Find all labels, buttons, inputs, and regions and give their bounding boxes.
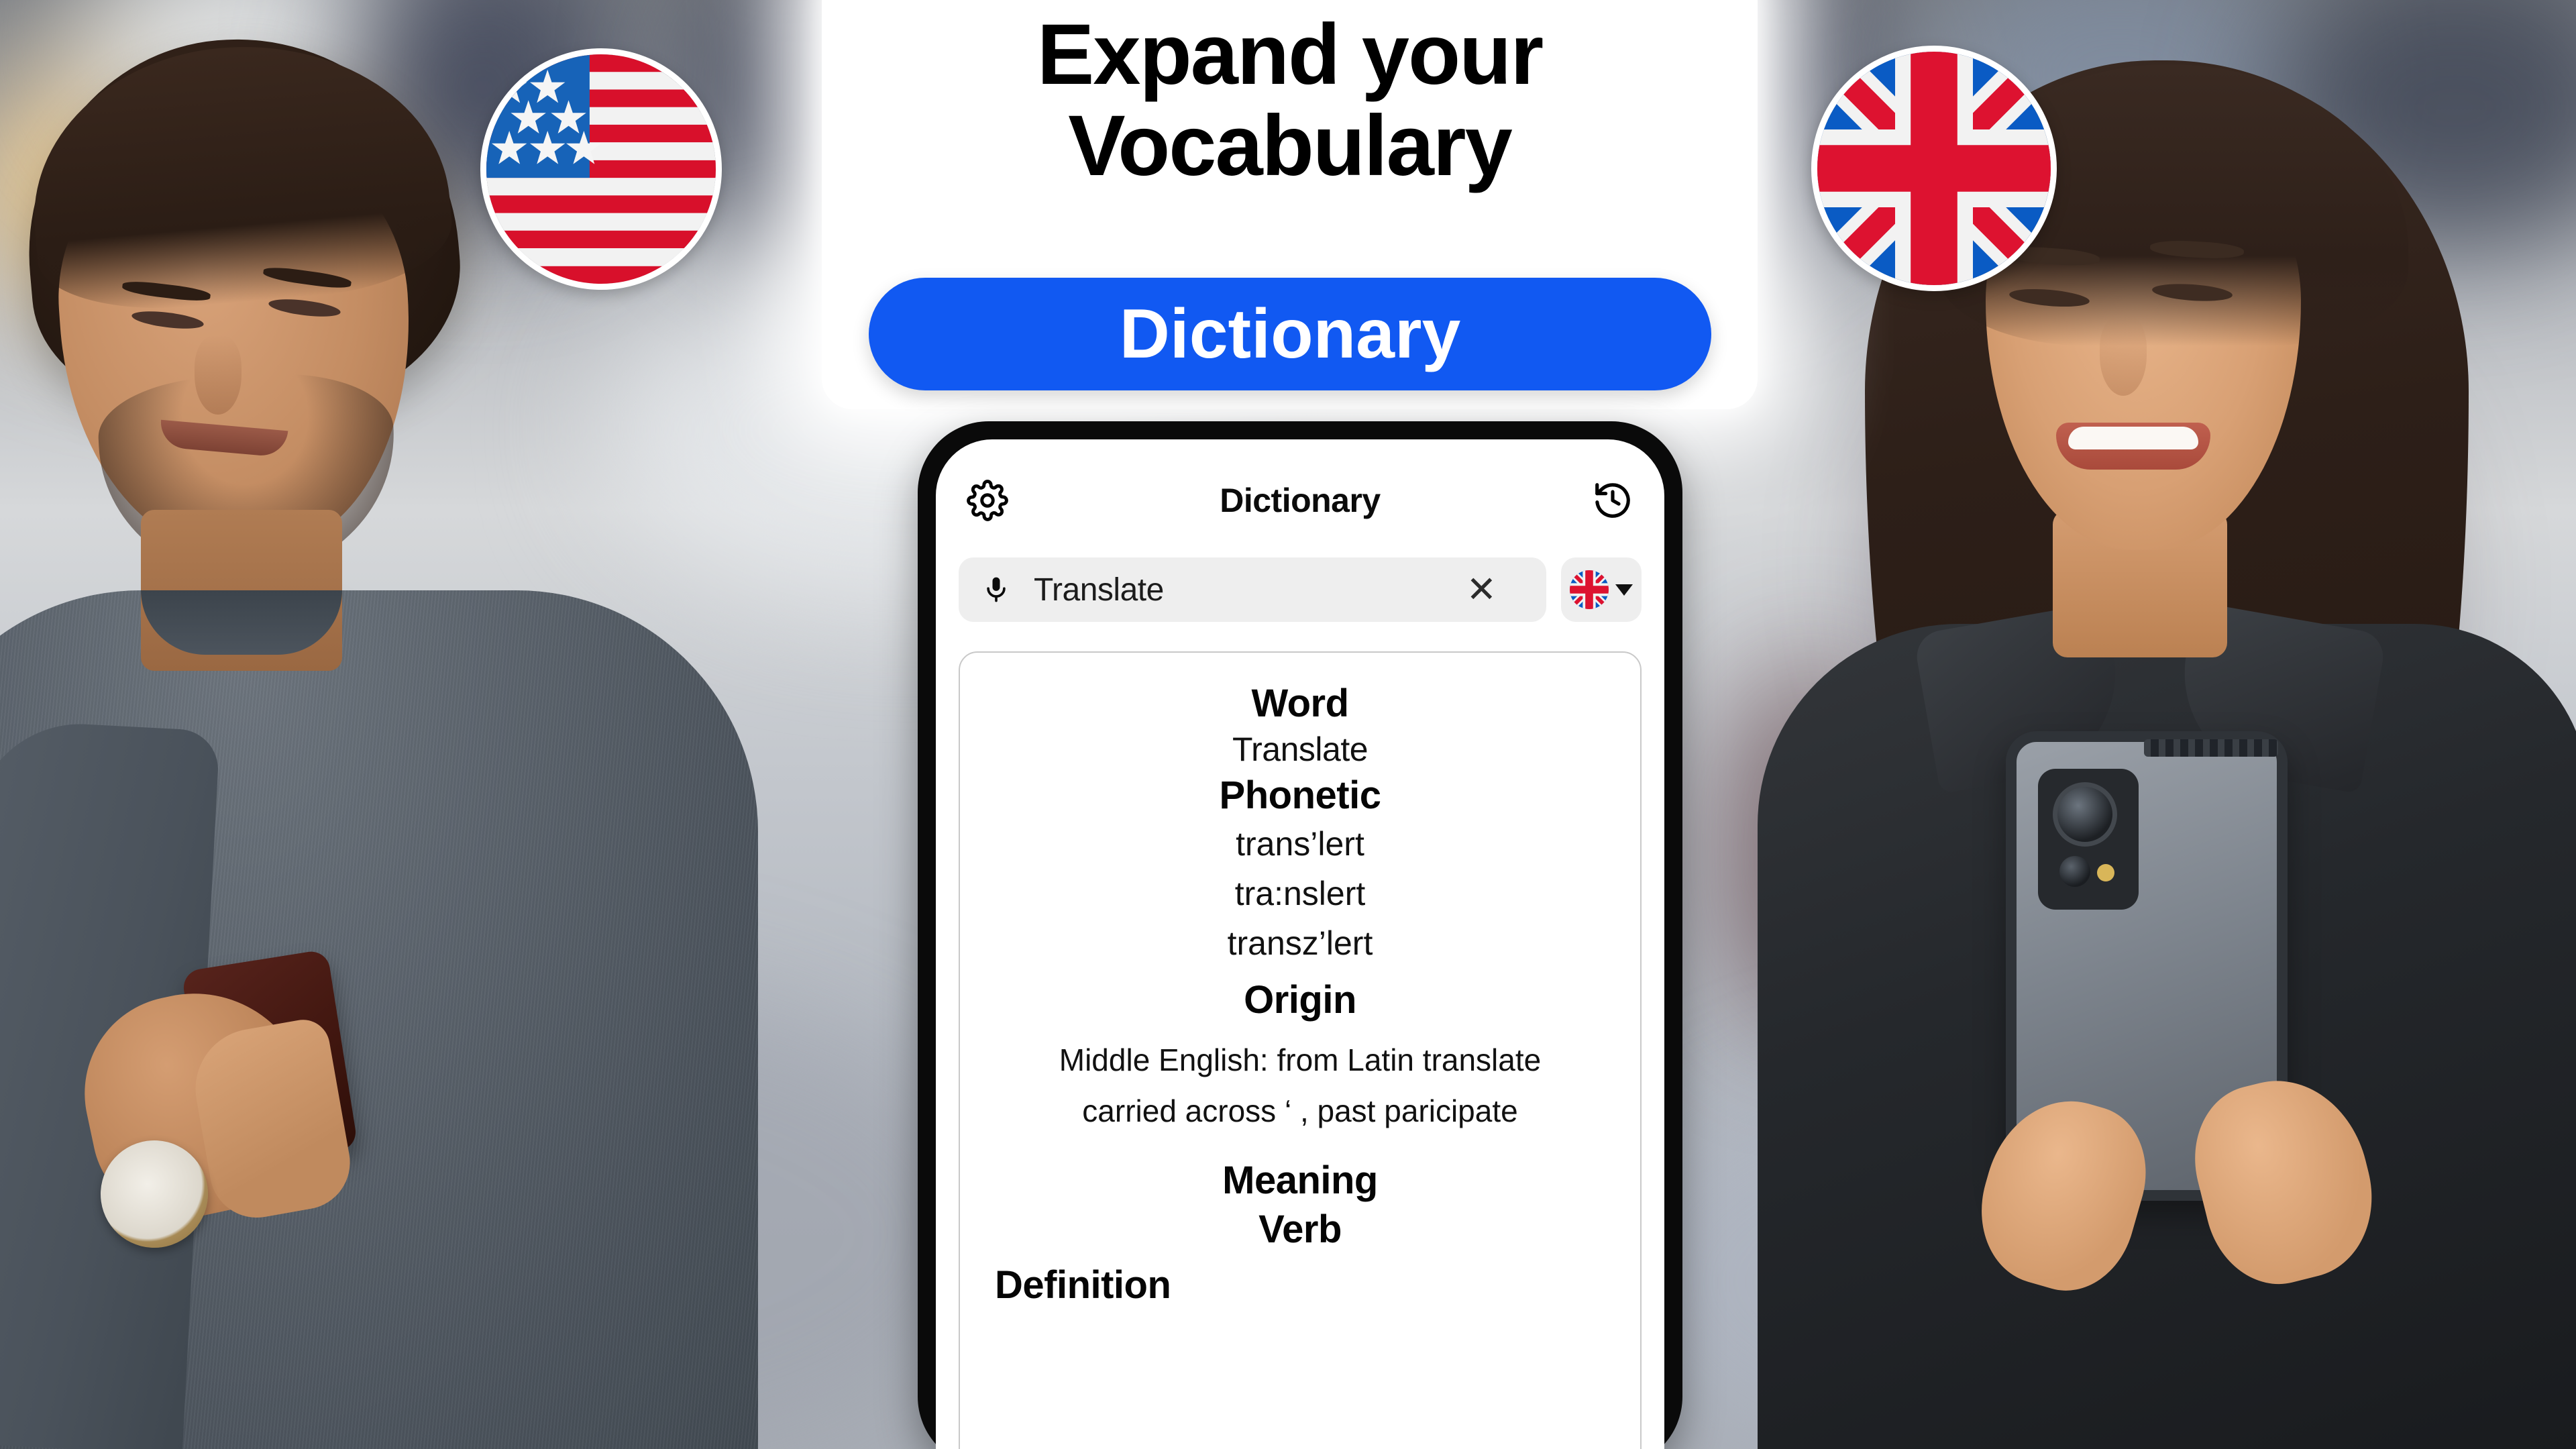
word-label: Word bbox=[1251, 682, 1349, 725]
left-person-nose bbox=[195, 335, 241, 415]
word-value: Translate bbox=[1232, 731, 1368, 768]
right-person-phone-grip bbox=[2144, 739, 2278, 757]
phone-mockup: Dictionary Translate ✕ Word Translate Ph… bbox=[918, 421, 1682, 1449]
search-input[interactable]: Translate ✕ bbox=[959, 557, 1546, 622]
camera-lens-secondary-icon bbox=[2059, 856, 2090, 887]
phonetic-value: transz’lert bbox=[1227, 924, 1373, 962]
promo-headline-line-1: Expand your bbox=[1036, 7, 1544, 103]
phonetic-label: Phonetic bbox=[1219, 773, 1381, 817]
right-person-phone-camera-module bbox=[2038, 769, 2139, 910]
search-input-value[interactable]: Translate bbox=[1034, 572, 1444, 608]
right-person-teeth bbox=[2068, 427, 2198, 449]
left-person-hair-front bbox=[20, 29, 458, 320]
gear-icon bbox=[967, 480, 1008, 521]
chevron-down-icon bbox=[1615, 584, 1633, 596]
language-selector[interactable] bbox=[1561, 557, 1642, 622]
origin-label: Origin bbox=[1244, 978, 1356, 1022]
definition-label: Definition bbox=[995, 1263, 1171, 1307]
app-title: Dictionary bbox=[1220, 482, 1381, 519]
phonetic-value: tra:nslert bbox=[1234, 875, 1366, 912]
left-person-photo bbox=[0, 0, 953, 1449]
us-flag-icon bbox=[480, 48, 722, 290]
uk-flag-icon bbox=[1570, 570, 1609, 609]
origin-text-line-2: carried across ‘ , past paricipate bbox=[1082, 1093, 1518, 1128]
microphone-icon[interactable] bbox=[981, 571, 1011, 608]
app-store-promo-screenshot: Expand your Vocabulary Dictionary Dictio… bbox=[0, 0, 2576, 1449]
dictionary-result-card: Word Translate Phonetic trans’lert tra:n… bbox=[959, 651, 1642, 1449]
promo-headline-line-2: Vocabulary bbox=[1068, 97, 1513, 194]
origin-text-line-1: Middle English: from Latin translate bbox=[1059, 1042, 1542, 1077]
meaning-label: Meaning bbox=[1222, 1158, 1378, 1202]
camera-lens-main-icon bbox=[2053, 782, 2117, 847]
phonetic-value: trans’lert bbox=[1236, 825, 1364, 863]
right-person-nose bbox=[2100, 315, 2147, 396]
promo-headline: Expand your Vocabulary bbox=[822, 9, 1758, 191]
part-of-speech: Verb bbox=[1258, 1207, 1342, 1251]
clear-search-button[interactable]: ✕ bbox=[1466, 572, 1523, 608]
uk-flag-icon bbox=[1811, 46, 2057, 291]
app-top-bar: Dictionary bbox=[936, 464, 1664, 537]
right-person-mouth bbox=[2056, 423, 2210, 470]
history-icon bbox=[1595, 483, 1630, 518]
phone-screen: Dictionary Translate ✕ Word Translate Ph… bbox=[936, 439, 1664, 1449]
search-row: Translate ✕ bbox=[936, 557, 1664, 622]
settings-button[interactable] bbox=[959, 472, 1016, 529]
history-button[interactable] bbox=[1584, 472, 1642, 529]
camera-flash-icon bbox=[2097, 864, 2114, 881]
dictionary-pill-label: Dictionary bbox=[1119, 294, 1461, 373]
dictionary-pill-badge[interactable]: Dictionary bbox=[869, 278, 1711, 390]
